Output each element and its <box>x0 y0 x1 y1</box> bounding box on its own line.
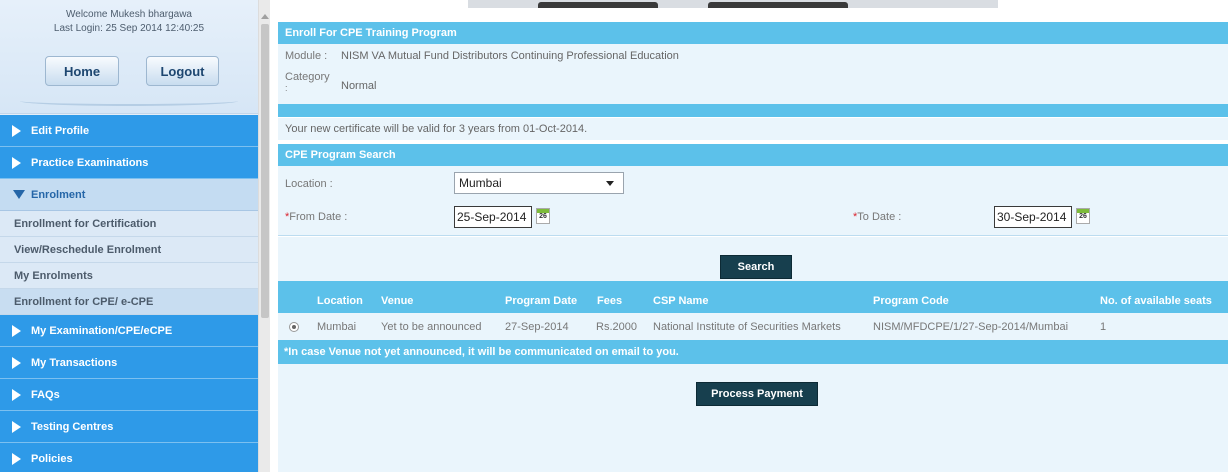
sidebar-item-policies[interactable]: Policies <box>0 443 258 472</box>
scroll-up-arrow-icon[interactable] <box>261 14 269 19</box>
program-select-radio[interactable] <box>289 322 299 332</box>
sidebar-item-enrolment[interactable]: Enrolment <box>0 179 258 211</box>
scrollbar-thumb[interactable] <box>261 24 269 318</box>
category-colon: : <box>285 83 288 93</box>
sidebar-menu: Edit Profile Practice Examinations Enrol… <box>0 115 258 472</box>
col-header-csp-name: CSP Name <box>653 295 709 307</box>
category-value: Normal <box>341 80 377 92</box>
sidebar-subitem-my-enrolments[interactable]: My Enrolments <box>0 263 258 289</box>
sidebar: Welcome Mukesh bhargawa Last Login: 25 S… <box>0 0 258 472</box>
logout-button[interactable]: Logout <box>146 56 219 86</box>
triangle-right-icon <box>12 156 21 169</box>
process-payment-button[interactable]: Process Payment <box>696 382 818 406</box>
triangle-right-icon <box>12 452 21 465</box>
from-date-input[interactable]: 25-Sep-2014 <box>454 206 532 228</box>
sidebar-item-label: View/Reschedule Enrolment <box>14 243 162 256</box>
to-date-input[interactable]: 30-Sep-2014 <box>994 206 1072 228</box>
sidebar-item-label: Testing Centres <box>31 420 114 433</box>
sidebar-subitem-enrollment-cpe[interactable]: Enrollment for CPE/ e-CPE <box>0 289 258 315</box>
sidebar-item-label: My Examination/CPE/eCPE <box>31 324 173 337</box>
from-date-label-text: From Date : <box>289 211 348 223</box>
triangle-down-icon <box>13 190 25 199</box>
banner-shape <box>708 2 848 8</box>
venue-note: *In case Venue not yet announced, it wil… <box>278 340 1228 364</box>
sidebar-item-label: Enrollment for Certification <box>14 217 157 230</box>
col-header-venue: Venue <box>381 295 414 307</box>
location-select-value: Mumbai <box>459 176 502 190</box>
cell-csp-name: National Institute of Securities Markets <box>653 320 841 333</box>
certificate-validity-text: Your new certificate will be valid for 3… <box>278 118 1228 140</box>
sidebar-item-label: Policies <box>31 452 73 465</box>
col-header-program-date: Program Date <box>505 295 578 307</box>
calendar-icon[interactable]: 26 <box>536 208 550 224</box>
col-header-fees: Fees <box>597 295 623 307</box>
cell-seats: 1 <box>1100 320 1107 333</box>
table-row[interactable]: Mumbai Yet to be announced 27-Sep-2014 R… <box>278 313 1228 340</box>
sidebar-item-my-examination[interactable]: My Examination/CPE/eCPE <box>0 315 258 347</box>
table-top-band <box>278 281 1228 289</box>
calendar-icon-day: 26 <box>539 213 547 220</box>
cell-venue: Yet to be announced <box>381 320 482 333</box>
module-panel: Module : NISM VA Mutual Fund Distributor… <box>278 44 1228 104</box>
module-label: Module : <box>285 50 328 62</box>
enroll-section-header: Enroll For CPE Training Program <box>278 22 1228 44</box>
cell-program-code: NISM/MFDCPE/1/27-Sep-2014/Mumbai <box>873 320 1069 333</box>
col-header-seats: No. of available seats <box>1100 295 1212 307</box>
cell-location: Mumbai <box>317 320 357 333</box>
module-value: NISM VA Mutual Fund Distributors Continu… <box>341 50 679 62</box>
sidebar-item-practice-examinations[interactable]: Practice Examinations <box>0 147 258 179</box>
sidebar-item-label: Practice Examinations <box>31 156 149 169</box>
search-panel: Location : Mumbai *From Date : 25-Sep-20… <box>278 166 1228 236</box>
sidebar-item-label: My Enrolments <box>14 269 93 282</box>
cell-fees: Rs.2000 <box>596 320 637 333</box>
sidebar-scrollbar[interactable] <box>258 0 270 472</box>
category-label: Category <box>285 71 330 83</box>
sidebar-item-edit-profile[interactable]: Edit Profile <box>0 115 258 147</box>
sidebar-subitem-enrollment-certification[interactable]: Enrollment for Certification <box>0 211 258 237</box>
banner-shape <box>538 2 658 8</box>
to-date-label-text: To Date : <box>857 211 902 223</box>
cell-program-date: 27-Sep-2014 <box>505 320 569 333</box>
welcome-text: Welcome Mukesh bhargawa <box>66 9 192 20</box>
results-table-header: Location Venue Program Date Fees CSP Nam… <box>278 289 1228 313</box>
location-select[interactable]: Mumbai <box>454 172 624 194</box>
payment-area: Process Payment <box>278 364 1228 472</box>
top-banner-strip <box>468 0 998 8</box>
sidebar-item-label: Enrollment for CPE/ e-CPE <box>14 295 154 308</box>
col-header-location: Location <box>317 295 363 307</box>
search-button[interactable]: Search <box>720 255 792 279</box>
triangle-right-icon <box>12 420 21 433</box>
sidebar-item-label: Enrolment <box>31 188 86 201</box>
home-button[interactable]: Home <box>45 56 119 86</box>
triangle-right-icon <box>12 124 21 137</box>
sidebar-item-label: Edit Profile <box>31 124 90 137</box>
location-label: Location : <box>285 178 333 190</box>
section-divider <box>278 104 1228 117</box>
dropdown-arrow-icon <box>606 181 614 186</box>
sidebar-item-testing-centres[interactable]: Testing Centres <box>0 411 258 443</box>
main-content: Enroll For CPE Training Program Module :… <box>278 0 1228 472</box>
triangle-right-icon <box>12 388 21 401</box>
search-section-header: CPE Program Search <box>278 144 1228 166</box>
sidebar-item-label: My Transactions <box>31 356 118 369</box>
sidebar-item-label: FAQs <box>31 388 60 401</box>
decorative-swoosh <box>20 96 238 106</box>
sidebar-item-faqs[interactable]: FAQs <box>0 379 258 411</box>
last-login-text: Last Login: 25 Sep 2014 12:40:25 <box>53 23 205 34</box>
welcome-panel: Welcome Mukesh bhargawa Last Login: 25 S… <box>0 0 258 114</box>
triangle-right-icon <box>12 356 21 369</box>
search-button-area: Search <box>278 237 1228 281</box>
triangle-right-icon <box>12 324 21 337</box>
calendar-icon[interactable]: 26 <box>1076 208 1090 224</box>
calendar-icon-day: 26 <box>1079 213 1087 220</box>
sidebar-subitem-view-reschedule[interactable]: View/Reschedule Enrolment <box>0 237 258 263</box>
sidebar-item-my-transactions[interactable]: My Transactions <box>0 347 258 379</box>
from-date-label: *From Date : <box>285 211 347 223</box>
to-date-label: *To Date : <box>853 211 901 223</box>
col-header-program-code: Program Code <box>873 295 949 307</box>
